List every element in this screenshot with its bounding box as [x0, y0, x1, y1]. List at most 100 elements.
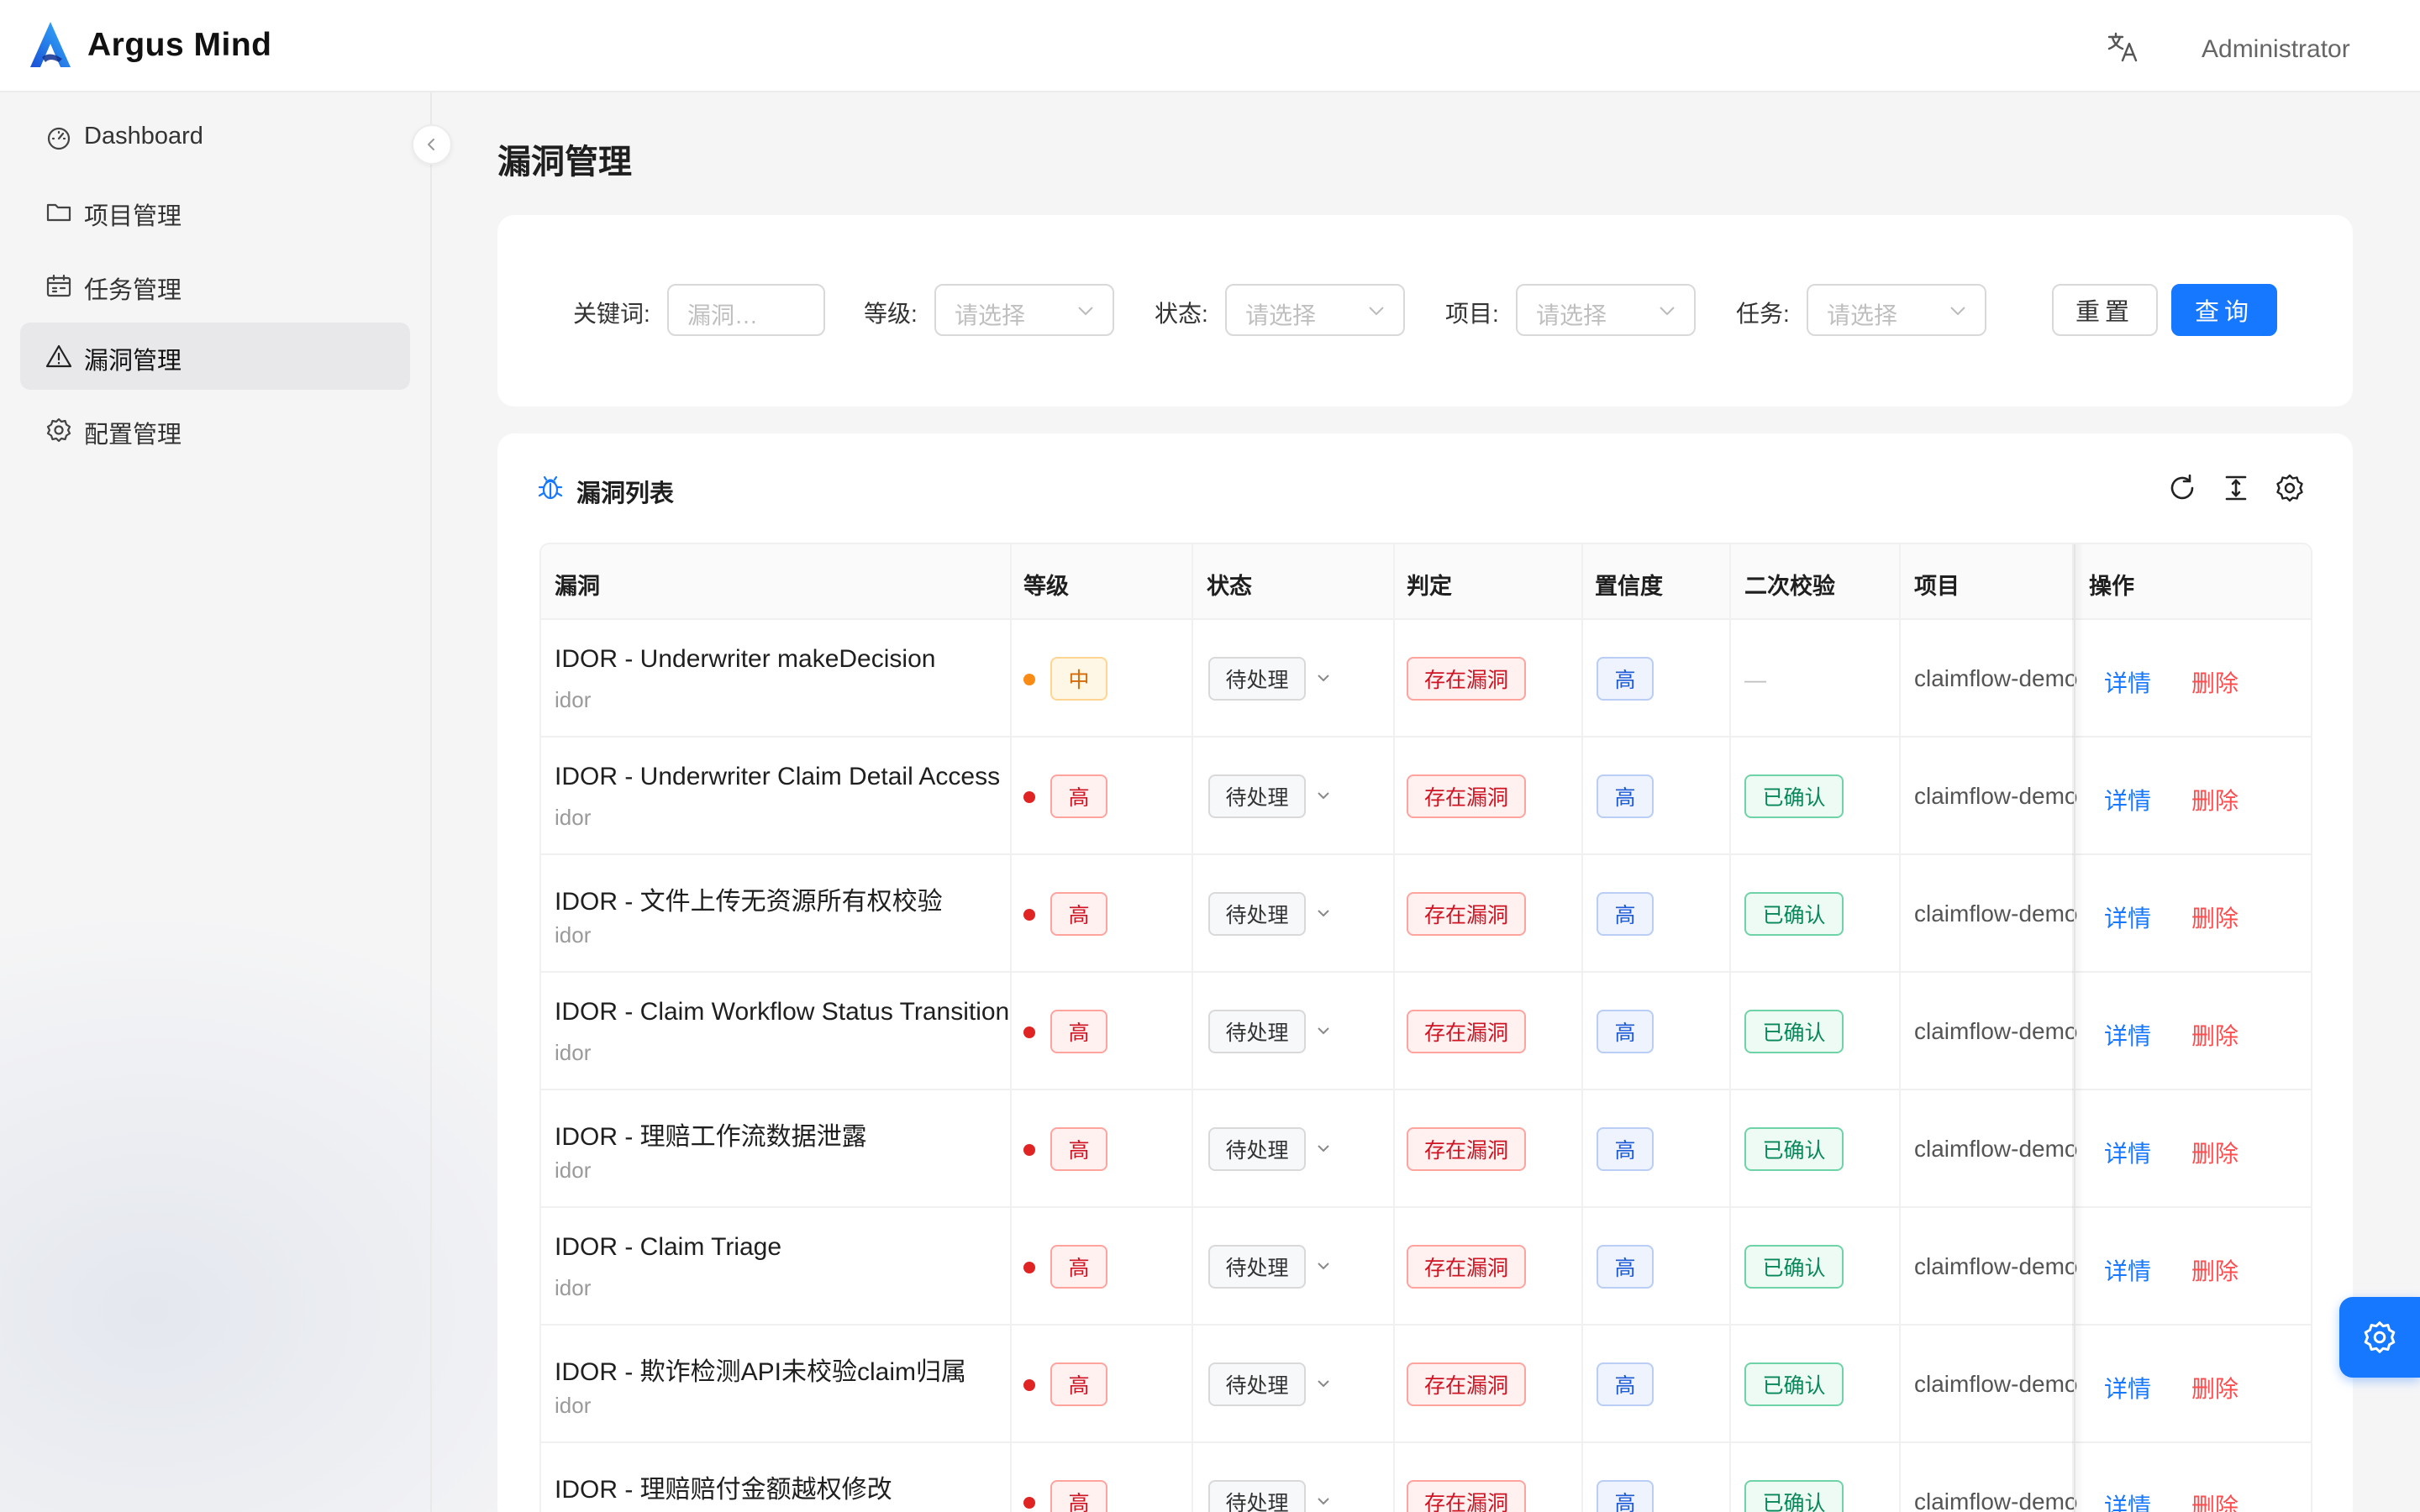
vulnerability-type: idor: [555, 1275, 592, 1300]
detail-link[interactable]: 详情: [2104, 665, 2151, 699]
detail-link[interactable]: 详情: [2104, 1371, 2151, 1404]
sidebar-item-projects[interactable]: 项目管理: [20, 178, 410, 245]
sidebar-item-tasks[interactable]: 任务管理: [20, 252, 410, 319]
detail-link[interactable]: 详情: [2104, 1018, 2151, 1052]
user-name[interactable]: Administrator: [2202, 35, 2350, 64]
confidence-tag: 高: [1597, 657, 1654, 701]
column-header: 判定: [1407, 574, 1452, 599]
column-divider: [1010, 544, 1012, 620]
vulnerability-type: idor: [555, 805, 592, 830]
status-select[interactable]: 待处理: [1208, 1480, 1306, 1512]
column-height-icon[interactable]: [2220, 472, 2252, 504]
chevron-down-icon[interactable]: [1314, 1139, 1333, 1158]
verdict-tag: 存在漏洞: [1407, 774, 1526, 818]
vulnerability-name[interactable]: IDOR - Underwriter makeDecision: [555, 645, 1008, 674]
status-select[interactable]: 待处理: [1208, 774, 1306, 818]
delete-link[interactable]: 删除: [2191, 665, 2238, 699]
reset-button[interactable]: 重置: [2052, 284, 2158, 336]
task-select[interactable]: 请选择: [1807, 284, 1986, 336]
column-header: 状态: [1207, 574, 1252, 599]
status-select[interactable]: 待处理: [1208, 1127, 1306, 1171]
detail-link[interactable]: 详情: [2104, 900, 2151, 934]
vulnerability-name[interactable]: IDOR - Claim Triage: [555, 1233, 1008, 1262]
vulnerability-name[interactable]: IDOR - 文件上传无资源所有权校验: [555, 880, 1008, 917]
confidence-tag: 高: [1597, 1362, 1654, 1406]
chevron-down-icon[interactable]: [1314, 1374, 1333, 1393]
delete-link[interactable]: 删除: [2191, 900, 2238, 934]
level-dot: [1023, 1497, 1035, 1509]
project-name: claimflow-demo: [1914, 1136, 2078, 1162]
project-select[interactable]: 请选择: [1516, 284, 1696, 336]
sidebar-item-config[interactable]: 配置管理: [20, 396, 410, 464]
confidence-tag: 高: [1597, 892, 1654, 936]
status-label: 状态:: [1155, 301, 1208, 327]
delete-link[interactable]: 删除: [2191, 1488, 2238, 1512]
secondary-check-tag: 已确认: [1744, 1245, 1844, 1289]
chevron-down-icon[interactable]: [1314, 904, 1333, 922]
chevron-down-icon[interactable]: [1314, 786, 1333, 805]
secondary-check-empty: —: [1744, 667, 1766, 692]
vulnerability-name[interactable]: IDOR - Claim Workflow Status Transition: [555, 998, 1008, 1026]
bug-icon: [538, 475, 563, 500]
translate-icon[interactable]: [2106, 30, 2139, 64]
confidence-tag: 高: [1597, 1127, 1654, 1171]
column-header: 二次校验: [1744, 574, 1835, 599]
column-header: 漏洞: [555, 574, 600, 599]
chevron-down-icon[interactable]: [1314, 669, 1333, 687]
status-select[interactable]: 请选择: [1225, 284, 1405, 336]
keyword-input[interactable]: 漏洞…: [667, 284, 825, 336]
project-label: 项目:: [1445, 301, 1499, 327]
status-select[interactable]: 待处理: [1208, 657, 1306, 701]
chevron-down-icon[interactable]: [1314, 1492, 1333, 1510]
detail-link[interactable]: 详情: [2104, 1253, 2151, 1287]
level-tag: 高: [1050, 1010, 1107, 1053]
status-select[interactable]: 待处理: [1208, 1245, 1306, 1289]
detail-link[interactable]: 详情: [2104, 1136, 2151, 1169]
chevron-down-icon[interactable]: [1314, 1021, 1333, 1040]
project-name: claimflow-demo: [1914, 1253, 2078, 1279]
verdict-tag: 存在漏洞: [1407, 1362, 1526, 1406]
project-name: claimflow-demo: [1914, 1371, 2078, 1397]
sidebar-item-vulnerabilities[interactable]: 漏洞管理: [20, 323, 410, 390]
level-tag: 高: [1050, 1480, 1107, 1512]
delete-link[interactable]: 删除: [2191, 1371, 2238, 1404]
sidebar-item-label: 任务管理: [84, 277, 182, 304]
column-header: 等级: [1023, 574, 1069, 599]
status-select[interactable]: 待处理: [1208, 892, 1306, 936]
delete-link[interactable]: 删除: [2191, 1136, 2238, 1169]
dashboard-icon: [47, 127, 71, 150]
refresh-icon[interactable]: [2166, 472, 2198, 504]
vulnerability-name[interactable]: IDOR - 欺诈检测API未校验claim归属: [555, 1351, 1008, 1388]
detail-link[interactable]: 详情: [2104, 783, 2151, 816]
sidebar-item-dashboard[interactable]: Dashboard: [20, 104, 410, 171]
delete-link[interactable]: 删除: [2191, 1253, 2238, 1287]
level-dot: [1023, 1262, 1035, 1273]
vulnerability-list-panel: 漏洞列表 漏洞 等级 状态 判定 置信度 二次校验 项目 操作 IDOR - U…: [497, 433, 2353, 1512]
query-button[interactable]: 查询: [2171, 284, 2277, 336]
filter-panel: 关键词: 漏洞… 等级: 请选择 状态: 请选择 项目: 请选择 任务: 请选择…: [497, 215, 2353, 407]
verdict-tag: 存在漏洞: [1407, 1480, 1526, 1512]
settings-icon[interactable]: [2274, 472, 2306, 504]
sidebar-collapse-button[interactable]: [412, 124, 452, 165]
column-divider: [1729, 544, 1731, 620]
delete-link[interactable]: 删除: [2191, 783, 2238, 816]
column-divider: [1192, 544, 1193, 620]
floating-settings-button[interactable]: [2339, 1297, 2420, 1378]
vulnerability-name[interactable]: IDOR - 理赔赔付金额越权修改: [555, 1468, 1008, 1505]
status-select[interactable]: 待处理: [1208, 1010, 1306, 1053]
keyword-label: 关键词:: [573, 301, 650, 327]
level-select[interactable]: 请选择: [934, 284, 1114, 336]
fixed-column-shadow: [2072, 544, 2084, 1512]
task-label: 任务:: [1736, 301, 1790, 327]
detail-link[interactable]: 详情: [2104, 1488, 2151, 1512]
status-select[interactable]: 待处理: [1208, 1362, 1306, 1406]
chevron-down-icon[interactable]: [1314, 1257, 1333, 1275]
level-tag: 高: [1050, 892, 1107, 936]
delete-link[interactable]: 删除: [2191, 1018, 2238, 1052]
vulnerability-name[interactable]: IDOR - Underwriter Claim Detail Access: [555, 763, 1008, 791]
table-row: IDOR - 文件上传无资源所有权校验 idor 高 待处理 存在漏洞 高 已确认 claim…: [541, 855, 2311, 973]
vulnerability-name[interactable]: IDOR - 理赔工作流数据泄露: [555, 1116, 1008, 1152]
vulnerability-type: idor: [555, 687, 592, 712]
level-dot: [1023, 1026, 1035, 1038]
task-placeholder: 请选择: [1827, 302, 1898, 328]
